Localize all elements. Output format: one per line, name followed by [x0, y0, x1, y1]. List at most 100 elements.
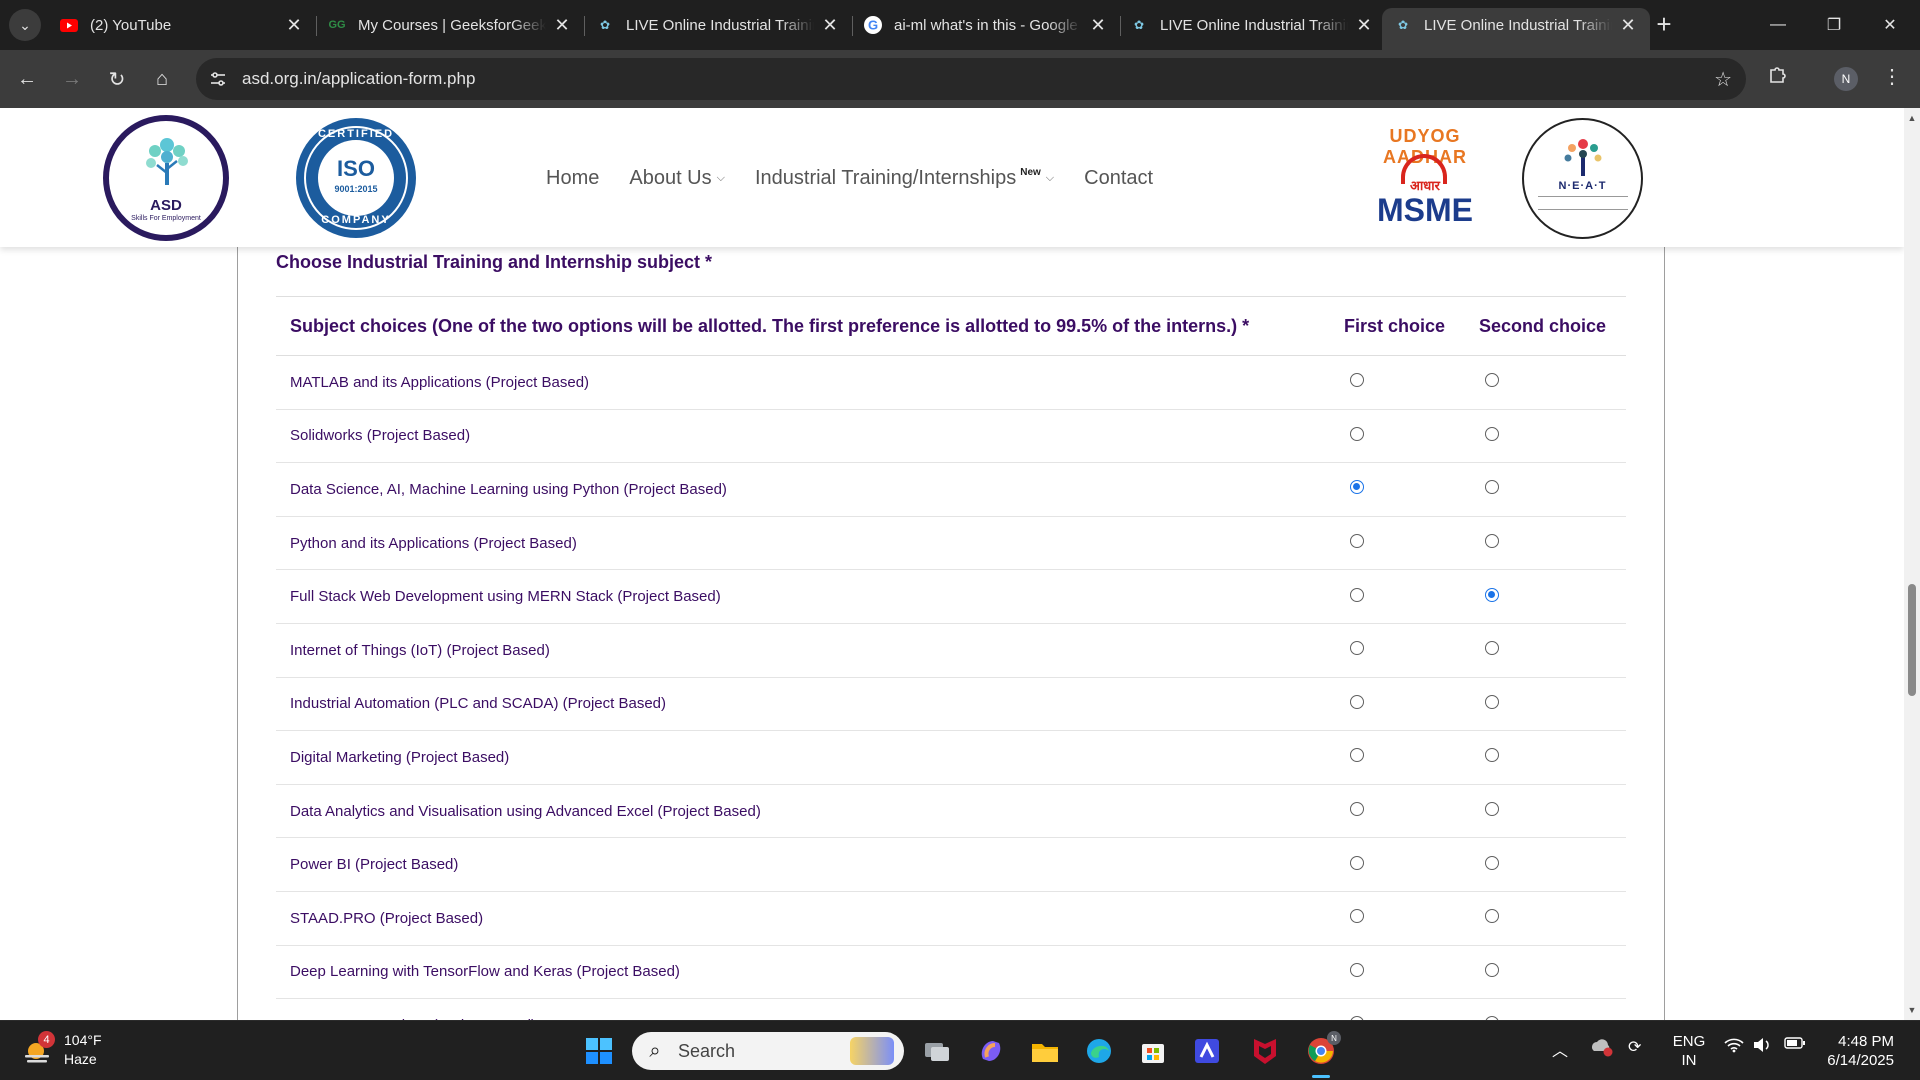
first-choice-cell	[1344, 998, 1479, 1020]
browser-toolbar: ← → ↻ ⌂ asd.org.in/application-form.php …	[0, 50, 1920, 108]
extensions-icon[interactable]	[1768, 64, 1788, 90]
tab-asd-training-1[interactable]: ✿ LIVE Online Industrial Training ✕	[584, 8, 852, 42]
first-choice-radio[interactable]	[1350, 480, 1364, 495]
profile-avatar[interactable]: N	[1834, 67, 1858, 91]
first-choice-radio[interactable]	[1350, 748, 1364, 763]
scroll-down-arrow-icon[interactable]: ▼	[1904, 1002, 1920, 1018]
language-code: ENG	[1672, 1033, 1706, 1050]
second-choice-radio[interactable]	[1485, 426, 1499, 441]
weather-widget[interactable]: 4 104°F Haze	[22, 1031, 102, 1069]
first-choice-radio[interactable]	[1350, 534, 1364, 549]
file-explorer-icon[interactable]	[1025, 1031, 1065, 1071]
second-choice-radio[interactable]	[1485, 748, 1499, 763]
tab-title: ai-ml what's in this - Google	[894, 16, 1078, 34]
second-choice-radio[interactable]	[1485, 373, 1499, 388]
tab-geeksforgeeks[interactable]: GG My Courses | GeeksforGeeks ✕	[316, 8, 584, 42]
youtube-icon	[60, 16, 78, 34]
sync-icon[interactable]: ⟳	[1628, 1037, 1641, 1057]
first-choice-radio[interactable]	[1350, 694, 1364, 709]
home-button[interactable]: ⌂	[146, 63, 178, 95]
first-choice-cell	[1344, 516, 1479, 571]
scrollbar-thumb[interactable]	[1908, 584, 1916, 696]
nav-contact[interactable]: Contact	[1084, 167, 1153, 190]
second-choice-radio[interactable]	[1485, 534, 1499, 549]
onedrive-error-icon[interactable]	[1590, 1037, 1614, 1057]
close-tab-icon[interactable]: ✕	[1618, 15, 1638, 35]
tab-google[interactable]: G ai-ml what's in this - Google ✕	[852, 8, 1120, 42]
tab-search-button[interactable]: ⌄	[9, 9, 41, 41]
first-choice-radio[interactable]	[1350, 641, 1364, 656]
volume-icon[interactable]	[1752, 1037, 1772, 1053]
browser-menu-icon[interactable]: ⋮	[1882, 64, 1902, 89]
taskbar-search-box[interactable]: ⌕ Search	[632, 1032, 904, 1070]
nav-home-label: Home	[546, 166, 600, 189]
edge-icon[interactable]	[1079, 1031, 1119, 1071]
first-choice-radio[interactable]	[1350, 373, 1364, 388]
tab-asd-training-active[interactable]: ✿ LIVE Online Industrial Training ✕	[1382, 8, 1650, 50]
asd-logo[interactable]: ASD Skills For Employment	[103, 115, 229, 241]
close-tab-icon[interactable]: ✕	[1088, 15, 1108, 35]
first-choice-radio[interactable]	[1350, 426, 1364, 441]
second-choice-radio[interactable]	[1485, 694, 1499, 709]
subject-name: Deep Learning with TensorFlow and Keras …	[276, 945, 1344, 1000]
first-choice-radio[interactable]	[1350, 802, 1364, 817]
weather-badge: 4	[38, 1031, 55, 1048]
forward-button[interactable]: →	[56, 63, 88, 95]
task-view-icon[interactable]	[917, 1031, 957, 1071]
tree-logo-icon	[146, 138, 188, 185]
second-choice-radio[interactable]	[1485, 855, 1499, 870]
second-choice-radio[interactable]	[1485, 909, 1499, 924]
second-choice-column-header: Second choice	[1479, 296, 1626, 356]
second-choice-radio[interactable]	[1485, 802, 1499, 817]
weather-condition: Haze	[64, 1051, 97, 1067]
first-choice-radio[interactable]	[1350, 909, 1364, 924]
close-tab-icon[interactable]: ✕	[820, 15, 840, 35]
subject-choice-table: Subject choices (One of the two options …	[276, 296, 1626, 1020]
restore-button[interactable]: ❐	[1806, 0, 1862, 50]
tab-asd-training-2[interactable]: ✿ LIVE Online Industrial Training ✕	[1118, 8, 1386, 42]
new-tab-button[interactable]: +	[1650, 9, 1678, 39]
site-info-icon[interactable]	[206, 67, 230, 91]
close-tab-icon[interactable]: ✕	[284, 15, 304, 35]
nav-training-label: Industrial Training/Internships	[754, 166, 1017, 189]
nav-industrial-training[interactable]: Industrial Training/Internships New ⌵	[755, 167, 1054, 190]
tab-youtube[interactable]: (2) YouTube ✕	[48, 8, 316, 42]
chrome-icon[interactable]: N	[1301, 1031, 1341, 1071]
close-window-button[interactable]: ✕	[1862, 0, 1918, 50]
first-choice-radio[interactable]	[1350, 855, 1364, 870]
copilot-icon[interactable]	[971, 1031, 1011, 1071]
asd-logo-tagline: Skills For Employment	[131, 215, 201, 222]
address-bar[interactable]: asd.org.in/application-form.php ☆	[196, 58, 1746, 100]
first-choice-cell	[1344, 945, 1479, 1000]
language-indicator[interactable]: ENG IN	[1672, 1032, 1706, 1070]
nav-home[interactable]: Home	[546, 167, 599, 190]
visual-studio-icon[interactable]	[1187, 1031, 1227, 1071]
mcafee-icon[interactable]	[1245, 1031, 1285, 1071]
second-choice-radio[interactable]	[1485, 641, 1499, 656]
second-choice-cell	[1479, 677, 1626, 732]
first-choice-radio[interactable]	[1350, 962, 1364, 977]
show-hidden-icons-chevron-icon[interactable]: ︿	[1552, 1037, 1568, 1061]
bookmark-star-icon[interactable]: ☆	[1714, 67, 1732, 92]
language-region: IN	[1681, 1052, 1697, 1069]
clock[interactable]: 4:48 PM 6/14/2025	[1820, 1032, 1894, 1070]
nav-about-us[interactable]: About Us ⌵	[629, 167, 725, 190]
second-choice-cell	[1479, 462, 1626, 517]
wifi-icon[interactable]	[1724, 1037, 1744, 1053]
microsoft-store-icon[interactable]	[1133, 1031, 1173, 1071]
first-choice-cell	[1344, 355, 1479, 410]
reload-button[interactable]: ↻	[101, 63, 133, 95]
close-tab-icon[interactable]: ✕	[552, 15, 572, 35]
second-choice-radio[interactable]	[1485, 962, 1499, 977]
chevron-down-icon: ⌵	[1045, 171, 1055, 184]
second-choice-radio[interactable]	[1485, 587, 1499, 602]
close-tab-icon[interactable]: ✕	[1354, 15, 1374, 35]
back-button[interactable]: ←	[11, 63, 43, 95]
start-icon[interactable]	[579, 1031, 619, 1071]
page-scrollbar[interactable]: ▲ ▼	[1904, 108, 1920, 1020]
battery-icon[interactable]	[1784, 1037, 1806, 1049]
second-choice-radio[interactable]	[1485, 480, 1499, 495]
minimize-button[interactable]: —	[1750, 0, 1806, 50]
first-choice-radio[interactable]	[1350, 587, 1364, 602]
scroll-up-arrow-icon[interactable]: ▲	[1904, 110, 1920, 126]
